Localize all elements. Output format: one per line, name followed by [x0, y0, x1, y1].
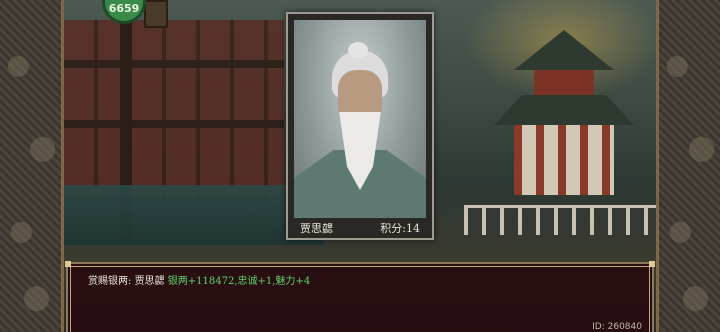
corner-ornament	[649, 261, 655, 267]
player-id: ID: 260840	[592, 322, 642, 332]
lantern-icon	[144, 0, 168, 28]
right-ornament-panel	[656, 0, 720, 332]
stone-railing	[464, 205, 656, 235]
reward-charm-value: +4	[295, 276, 311, 287]
character-portrait-image	[294, 20, 426, 218]
pagoda	[494, 30, 634, 200]
reward-prefix: 赏赐银两:	[88, 276, 132, 287]
score-value: 14	[406, 222, 420, 235]
score-label: 积分:	[380, 222, 406, 235]
reward-message: 赏赐银两: 贾思勰 银两+118472,忠诚+1,魅力+4	[88, 272, 310, 287]
reward-dialog-box[interactable]: 赏赐银两: 贾思勰 银两+118472,忠诚+1,魅力+4 ID: 260840	[65, 261, 655, 332]
reward-loyalty-label: 忠诚	[237, 276, 258, 287]
reward-silver-value: +118472	[187, 276, 235, 287]
score-display: 积分:14	[380, 220, 420, 236]
left-ornament-panel	[0, 0, 64, 332]
portrait-name-bar: 贾思勰 积分:14	[294, 218, 426, 238]
top-round-button-label: 6659	[108, 2, 140, 15]
left-building	[64, 20, 284, 200]
reward-character: 贾思勰	[134, 276, 165, 287]
character-name: 贾思勰	[300, 222, 333, 235]
reward-charm-label: 魅力	[275, 276, 296, 287]
reward-silver-label: 银两	[167, 276, 188, 287]
corner-ornament	[65, 261, 71, 267]
reward-loyalty-value: +1	[257, 276, 273, 287]
pond	[64, 185, 324, 245]
character-portrait-card: 贾思勰 积分:14	[286, 12, 434, 240]
